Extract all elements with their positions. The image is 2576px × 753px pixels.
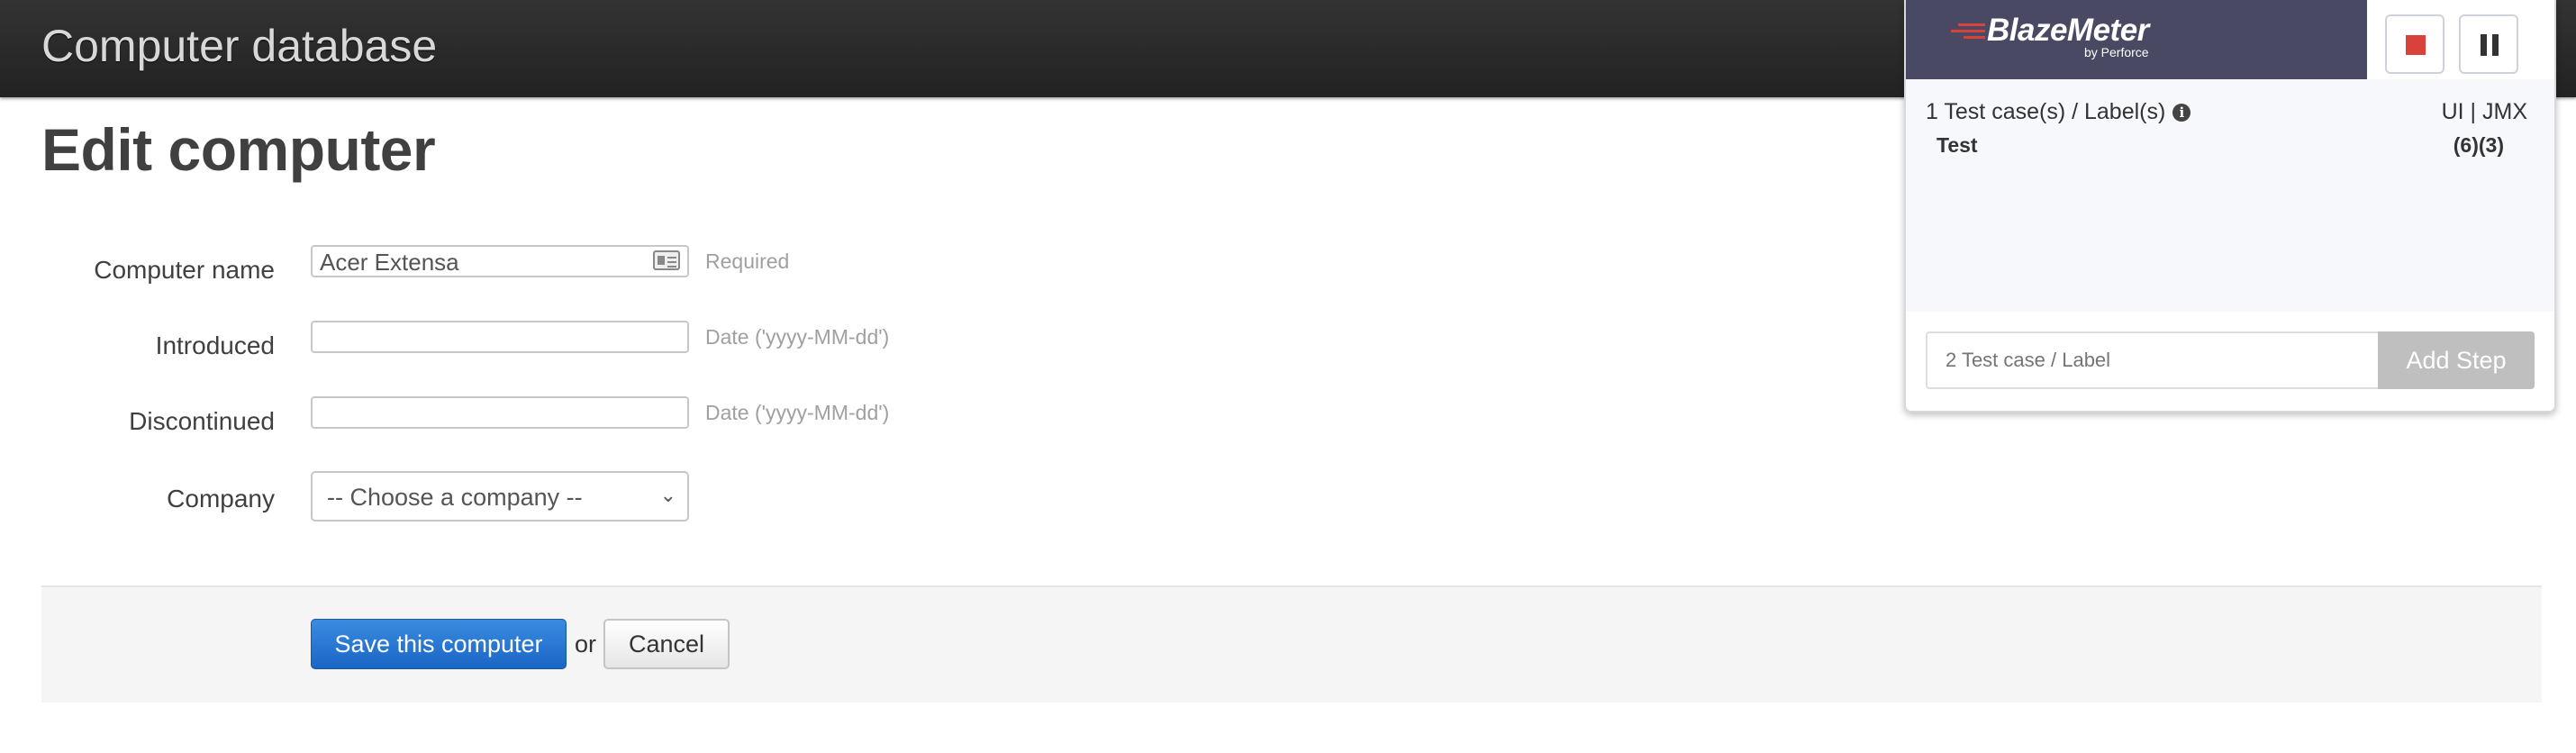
pause-button[interactable] <box>2459 14 2518 74</box>
page-title: Edit computer <box>41 116 436 183</box>
test-case-list: 1 Test case(s) / Label(s) i UI | JMX Test… <box>1906 79 2554 312</box>
computer-name-label: Computer name <box>94 256 275 284</box>
save-button[interactable]: Save this computer <box>311 619 567 669</box>
ui-jmx-toggle[interactable]: UI | JMX <box>2442 99 2527 125</box>
discontinued-input[interactable] <box>311 396 689 429</box>
company-selected-value: -- Choose a company -- <box>327 484 583 511</box>
cancel-button[interactable]: Cancel <box>603 619 730 669</box>
discontinued-hint: Date ('yyyy-MM-dd') <box>705 401 890 424</box>
blazemeter-header: BlazeMeter by Perforce <box>1906 0 2554 79</box>
speed-lines-icon <box>1951 23 1985 40</box>
test-case-item-name[interactable]: Test <box>1937 133 1978 158</box>
introduced-label: Introduced <box>155 331 275 359</box>
computer-name-input[interactable]: Acer Extensa <box>311 245 689 277</box>
form-actions: Save this computer or Cancel <box>41 585 2542 703</box>
company-select[interactable]: -- Choose a company -- ⌄ <box>311 471 689 522</box>
test-case-count-label: 1 Test case(s) / Label(s) <box>1926 99 2166 124</box>
stop-icon <box>2406 35 2426 55</box>
test-case-count: 1 Test case(s) / Label(s) i <box>1926 99 2191 125</box>
computer-name-value: Acer Extensa <box>320 249 459 276</box>
test-case-label-input[interactable] <box>1926 331 2380 389</box>
info-icon[interactable]: i <box>2172 104 2191 122</box>
app-title-link[interactable]: Computer database <box>41 20 437 72</box>
blazemeter-panel: BlazeMeter by Perforce 1 Test case(s) / … <box>1904 0 2556 413</box>
discontinued-row: Discontinued Date ('yyyy-MM-dd') <box>0 396 1081 450</box>
computer-name-hint: Required <box>705 249 790 273</box>
company-row: Company -- Choose a company -- ⌄ <box>0 471 1081 525</box>
contact-card-icon[interactable] <box>653 250 680 270</box>
blazemeter-logo-name: BlazeMeter <box>1987 13 2149 48</box>
test-case-item-counts: (6)(3) <box>2453 133 2504 157</box>
company-label: Company <box>167 485 275 513</box>
recording-controls <box>2367 0 2554 79</box>
introduced-input[interactable] <box>311 321 689 353</box>
add-step-button[interactable]: Add Step <box>2378 331 2535 389</box>
blazemeter-logo-sub: by Perforce <box>2084 45 2149 59</box>
chevron-down-icon: ⌄ <box>659 484 676 506</box>
computer-name-row: Computer name Acer Extensa Required <box>0 245 1081 299</box>
discontinued-label: Discontinued <box>129 407 275 435</box>
introduced-row: Introduced Date ('yyyy-MM-dd') <box>0 321 1081 375</box>
add-step-bar: Add Step <box>1906 312 2554 411</box>
or-text: or <box>575 631 597 658</box>
introduced-hint: Date ('yyyy-MM-dd') <box>705 325 890 349</box>
stop-button[interactable] <box>2385 14 2444 74</box>
